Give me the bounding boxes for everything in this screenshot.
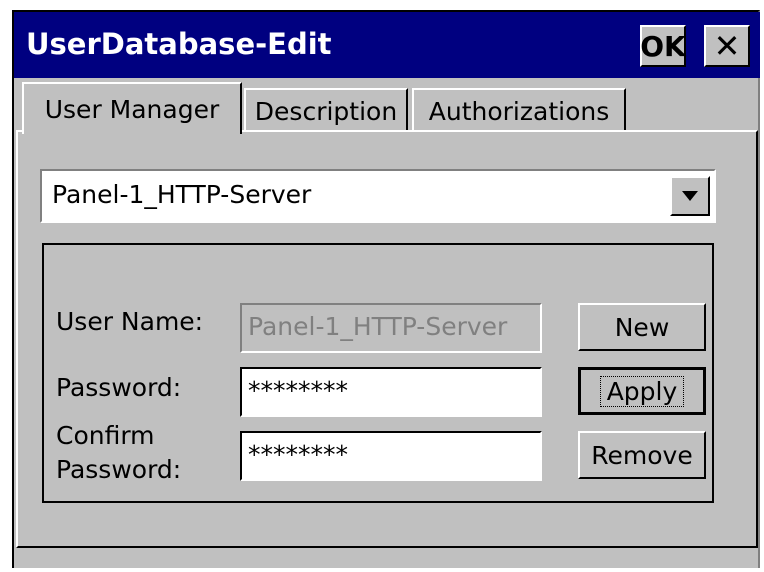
new-button[interactable]: New — [578, 303, 706, 351]
tab-description[interactable]: Description — [244, 88, 408, 132]
window-title: UserDatabase-Edit — [26, 27, 332, 61]
confirm-password-field[interactable]: ******** — [240, 431, 542, 481]
tab-label: Description — [254, 96, 398, 126]
dialog-window: UserDatabase-Edit OK ✕ User Manager Desc… — [12, 10, 760, 568]
ok-button-label: OK — [640, 29, 686, 63]
user-name-field: Panel-1_HTTP-Server — [240, 303, 542, 353]
tab-authorizations[interactable]: Authorizations — [412, 88, 626, 132]
dropdown-button[interactable] — [670, 176, 710, 216]
chevron-down-icon — [682, 191, 698, 201]
close-button[interactable]: ✕ — [704, 25, 750, 67]
tab-user-manager[interactable]: User Manager — [22, 82, 242, 134]
new-button-label: New — [614, 312, 670, 342]
confirm-password-label-line2: Password: — [56, 455, 182, 484]
confirm-password-label-line1: Confirm — [56, 421, 155, 450]
apply-button-label: Apply — [599, 375, 685, 407]
password-label: Password: — [56, 373, 182, 402]
title-bar: UserDatabase-Edit OK ✕ — [14, 12, 760, 78]
tab-label: Authorizations — [428, 96, 610, 126]
user-name-label: User Name: — [56, 307, 204, 336]
user-details-group: User Name: Panel-1_HTTP-Server Password:… — [42, 243, 714, 503]
ok-button[interactable]: OK — [640, 25, 686, 67]
remove-button[interactable]: Remove — [578, 431, 706, 479]
user-select-value: Panel-1_HTTP-Server — [52, 180, 312, 209]
remove-button-label: Remove — [591, 440, 693, 470]
tab-label: User Manager — [44, 94, 220, 124]
password-field[interactable]: ******** — [240, 367, 542, 417]
close-icon: ✕ — [713, 27, 741, 65]
apply-button[interactable]: Apply — [578, 367, 706, 415]
user-select[interactable]: Panel-1_HTTP-Server — [40, 169, 716, 223]
